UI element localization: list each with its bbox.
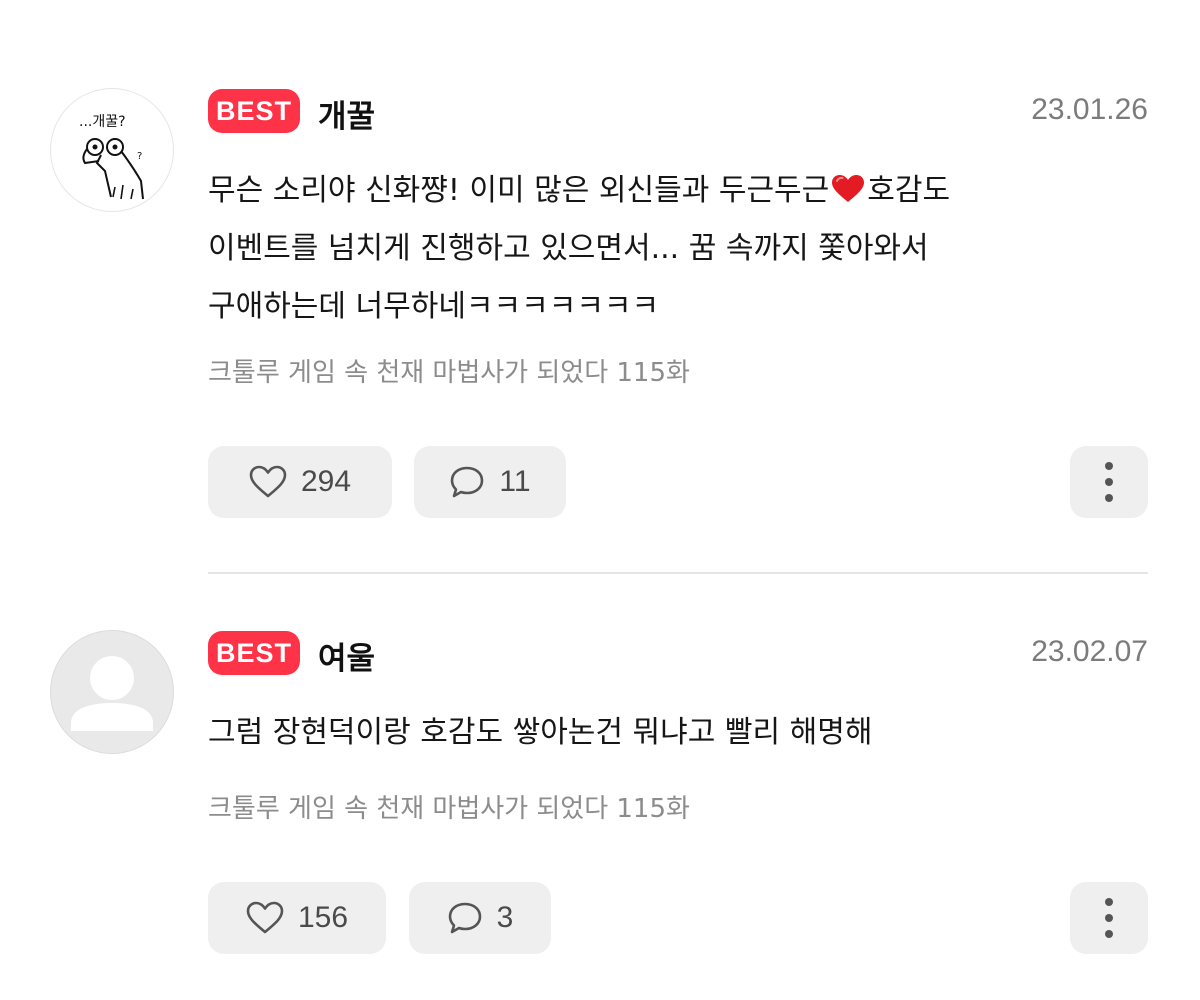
heart-outline-icon — [249, 465, 287, 498]
avatar[interactable] — [50, 630, 174, 754]
heart-outline-icon — [246, 901, 284, 934]
avatar-doodle-text: ...개꿀? — [79, 114, 126, 130]
author-name[interactable]: 여울 — [318, 633, 375, 678]
avatar[interactable]: ...개꿀? ? — [50, 88, 174, 212]
frog-doodle-avatar-image: ...개꿀? ? — [79, 114, 144, 200]
reply-count: 11 — [499, 465, 531, 498]
best-badge: BEST — [208, 89, 300, 133]
episode-source[interactable]: 크툴루 게임 속 천재 마법사가 되었다 115화 — [208, 352, 690, 389]
comment-text: 그럼 장현덕이랑 호감도 쌓아논건 뭐냐고 빨리 해명해 — [208, 715, 873, 750]
like-count: 294 — [300, 465, 352, 498]
default-profile-icon — [71, 656, 153, 731]
like-count: 156 — [297, 901, 349, 934]
red-heart-emoji-icon — [832, 175, 865, 202]
like-button[interactable]: 294 — [208, 446, 392, 518]
comment-date: 23.01.26 — [1031, 93, 1148, 126]
reply-button[interactable]: 3 — [409, 882, 551, 954]
reply-count: 3 — [496, 901, 514, 934]
svg-text:?: ? — [137, 151, 142, 162]
vertical-ellipsis-icon — [1105, 898, 1113, 938]
comment-date: 23.02.07 — [1031, 635, 1148, 668]
comment-text-part: 무슨 소리야 신화쨩! 이미 많은 외신들과 두근두근 — [208, 173, 830, 208]
speech-bubble-icon — [448, 902, 481, 934]
more-options-button[interactable] — [1070, 446, 1148, 518]
comment-item: ...개꿀? ? BEST 개꿀 23.01.26 무슨 소리야 신화쨩! 이미… — [0, 0, 1200, 572]
comment-header: BEST 여울 23.02.07 — [208, 631, 1148, 678]
author-name[interactable]: 개꿀 — [318, 91, 375, 136]
like-button[interactable]: 156 — [208, 882, 386, 954]
episode-source[interactable]: 크툴루 게임 속 천재 마법사가 되었다 115화 — [208, 788, 690, 825]
reply-button[interactable]: 11 — [414, 446, 566, 518]
vertical-ellipsis-icon — [1105, 462, 1113, 502]
comment-header: BEST 개꿀 23.01.26 — [208, 89, 1148, 136]
speech-bubble-icon — [451, 466, 484, 498]
comment-item: BEST 여울 23.02.07 그럼 장현덕이랑 호감도 쌓아논건 뭐냐고 빨… — [0, 574, 1200, 1000]
more-options-button[interactable] — [1070, 882, 1148, 954]
best-badge: BEST — [208, 631, 300, 675]
comment-text: 무슨 소리야 신화쨩! 이미 많은 외신들과 두근두근 호감도 이벤트를 넘치게 … — [208, 162, 1158, 336]
